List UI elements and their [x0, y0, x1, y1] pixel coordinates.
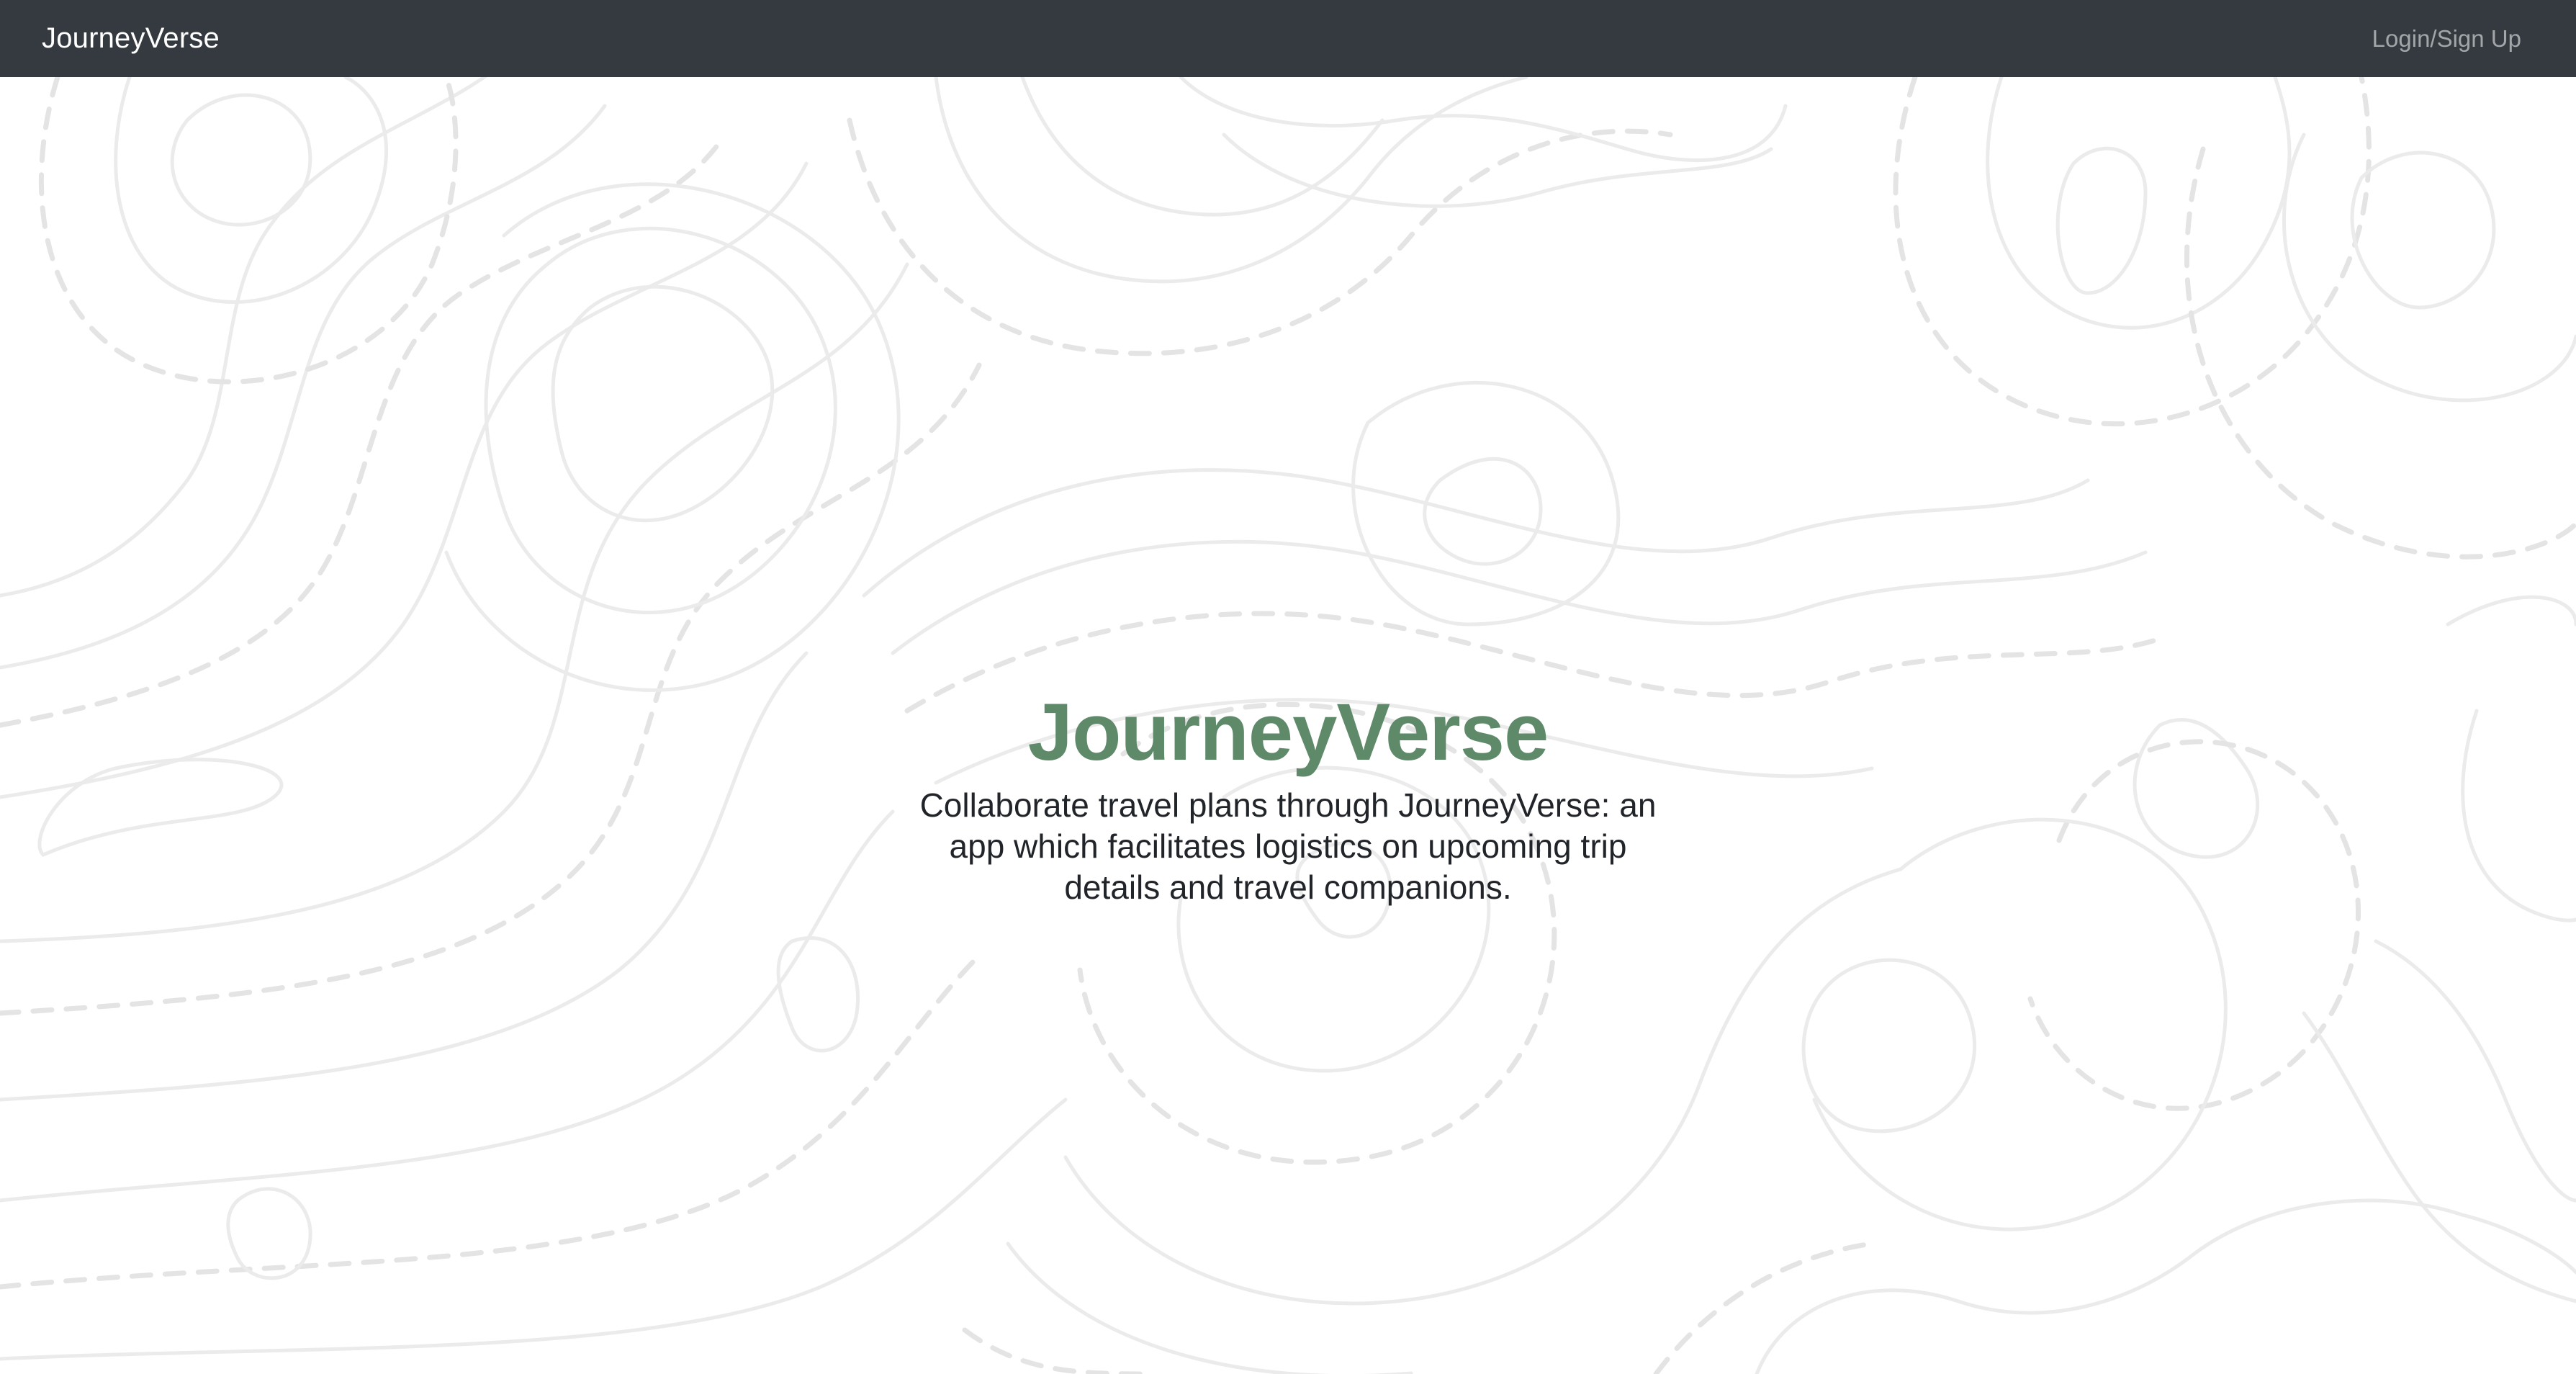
hero-description: Collaborate travel plans through Journey…: [919, 786, 1657, 906]
hero-content: JourneyVerse Collaborate travel plans th…: [864, 686, 1712, 908]
hero-title: JourneyVerse: [1027, 687, 1549, 777]
login-signup-link[interactable]: Login/Sign Up: [2372, 25, 2521, 53]
top-navbar: JourneyVerse Login/Sign Up: [0, 0, 2576, 77]
hero-section: JourneyVerse Collaborate travel plans th…: [0, 77, 2576, 1374]
brand-link[interactable]: JourneyVerse: [42, 22, 220, 55]
